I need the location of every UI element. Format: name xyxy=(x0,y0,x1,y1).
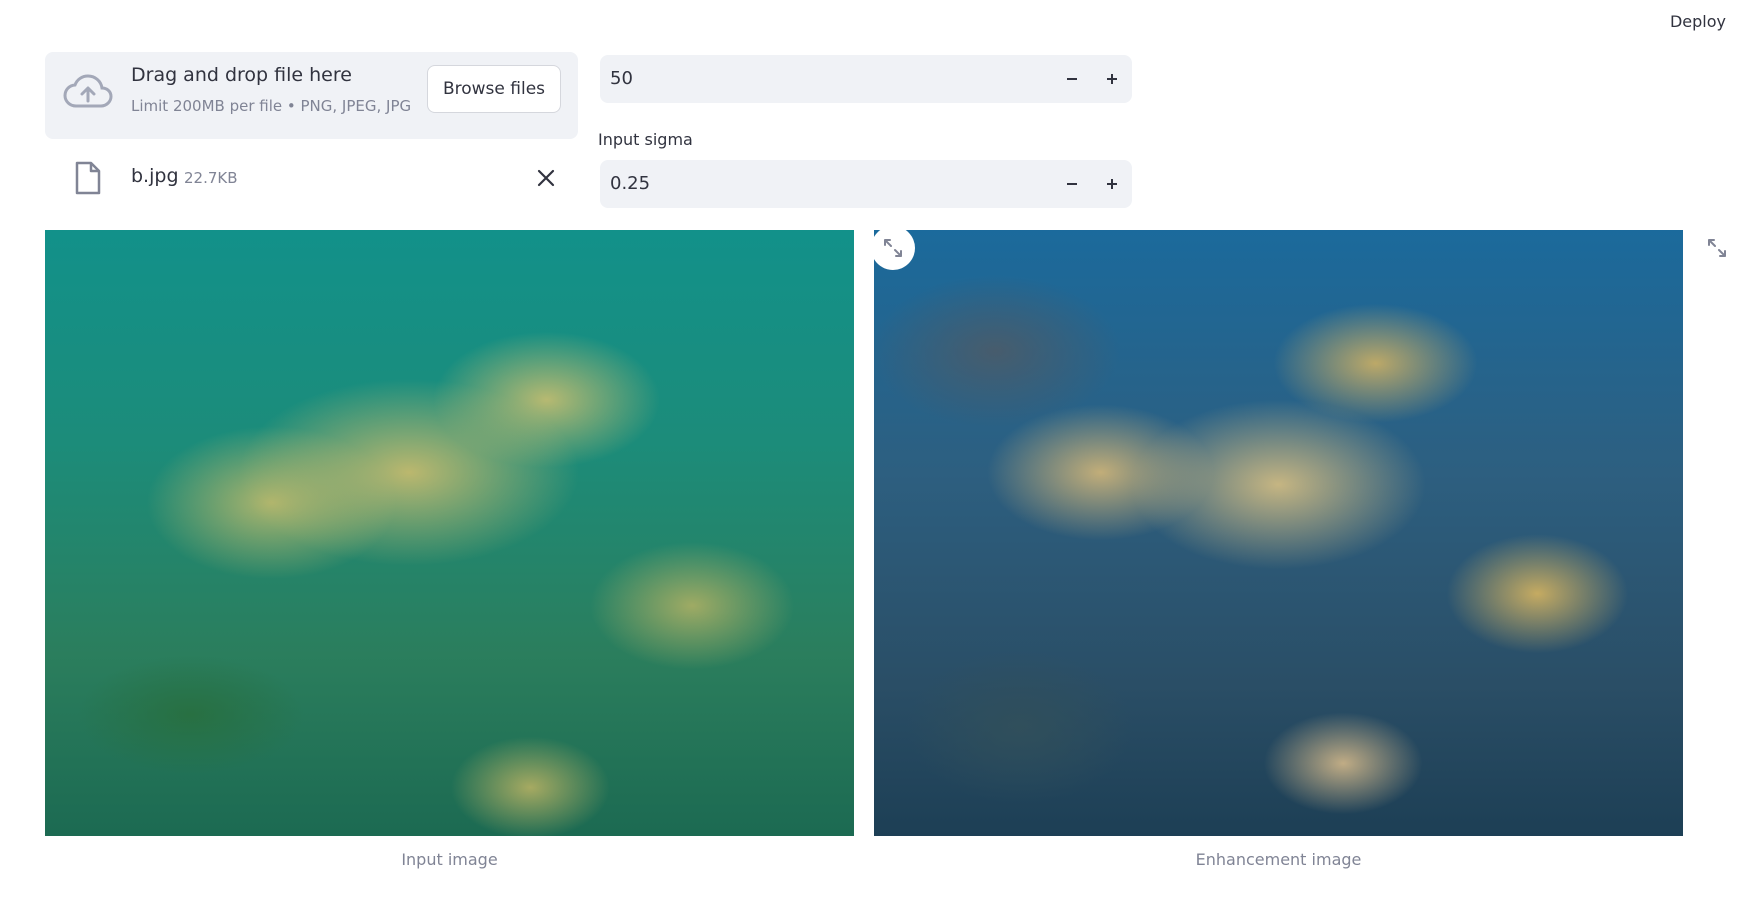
sigma-number-input xyxy=(600,160,1132,208)
file-name: b.jpg xyxy=(131,165,179,187)
enhancement-image xyxy=(874,230,1683,836)
close-icon[interactable] xyxy=(535,167,557,189)
steps-number-input xyxy=(600,55,1132,103)
sigma-decrement-button[interactable] xyxy=(1052,160,1092,208)
cloud-upload-icon xyxy=(63,72,113,112)
file-icon xyxy=(75,161,101,195)
input-image xyxy=(45,230,854,836)
dropzone-title: Drag and drop file here xyxy=(131,64,352,86)
input-image-caption: Input image xyxy=(401,850,498,869)
enhancement-image-caption: Enhancement image xyxy=(1195,850,1362,869)
steps-decrement-button[interactable] xyxy=(1052,55,1092,103)
sigma-increment-button[interactable] xyxy=(1092,160,1132,208)
dropzone-limit-text: Limit 200MB per file • PNG, JPEG, JPG xyxy=(131,97,412,115)
deploy-button[interactable]: Deploy xyxy=(1670,12,1726,31)
browse-files-button[interactable]: Browse files xyxy=(427,65,561,113)
file-uploader-dropzone[interactable]: Drag and drop file here Limit 200MB per … xyxy=(45,52,578,139)
steps-increment-button[interactable] xyxy=(1092,55,1132,103)
fullscreen-icon[interactable] xyxy=(871,226,915,270)
uploaded-file-row: b.jpg 22.7KB xyxy=(45,155,578,201)
fullscreen-icon[interactable] xyxy=(1705,236,1729,260)
sigma-input[interactable] xyxy=(610,160,990,208)
file-size: 22.7KB xyxy=(184,169,238,187)
sigma-label: Input sigma xyxy=(598,130,693,149)
steps-input[interactable] xyxy=(610,55,990,103)
